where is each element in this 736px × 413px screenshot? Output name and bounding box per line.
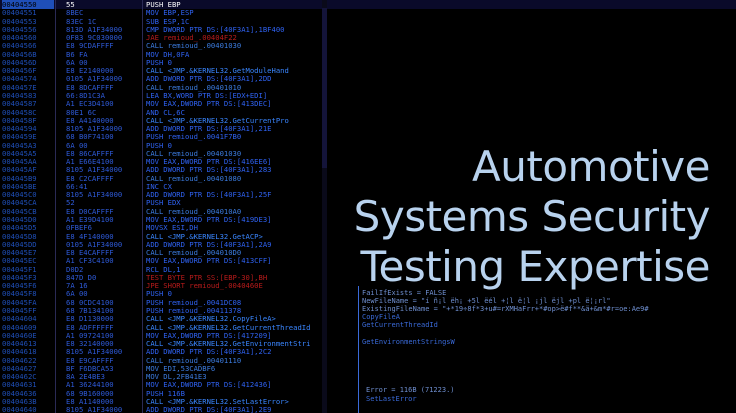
- comment-newfilename: NewFileName = "í ñ¡l ëh¡ +5l ëél +¦l ë¦l…: [362, 297, 611, 305]
- comment-getcurrentthreadid: GetCurrentThreadId: [362, 321, 438, 329]
- headline-line-3: Testing Expertise: [360, 242, 710, 291]
- comment-copyfilea: CopyFileA: [362, 313, 400, 321]
- comment-setlasterror: SetLastError: [366, 395, 417, 403]
- disassembly-row[interactable]: 00404640 8105 A1F34000 ADD DWORD PTR DS:[4…: [0, 405, 736, 413]
- scrollbar-thumb[interactable]: [322, 8, 327, 168]
- headline: Automotive Systems Security Testing Expe…: [353, 142, 711, 292]
- comment-getenvironmentstrings: GetEnvironmentStringsW: [362, 338, 455, 346]
- comment-bracket-line: [358, 286, 359, 413]
- disassembly-scrollbar[interactable]: [322, 0, 327, 413]
- comment-existingfilename: ExistingFileName = "+*19÷8f*3+u#=rXMHaFr…: [362, 305, 649, 313]
- row-address: 00404640: [2, 405, 37, 413]
- column-separator: [55, 405, 56, 413]
- column-separator: [142, 405, 143, 413]
- headline-line-1: Automotive: [472, 142, 710, 191]
- comment-error-value: Error = 116B (71223.): [366, 386, 455, 394]
- row-hex-bytes: 8105 A1F34000: [66, 405, 123, 413]
- headline-line-2: Systems Security: [353, 192, 711, 241]
- row-instruction: ADD DWORD PTR DS:[40F3A1],2E9: [146, 405, 272, 413]
